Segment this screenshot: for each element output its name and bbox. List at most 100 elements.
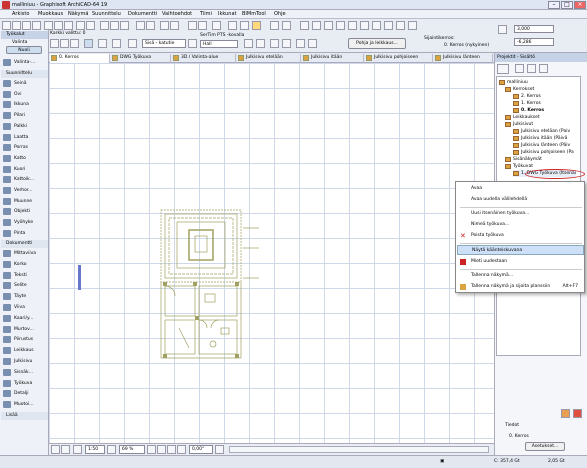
design-tool-2[interactable]: Ikkuna — [1, 100, 48, 109]
drawing-canvas[interactable] — [49, 63, 494, 443]
doc-tool-11[interactable]: Sisnäk... — [1, 368, 48, 377]
dim-b-field[interactable]: -6,286 — [514, 38, 554, 46]
stretch-icon[interactable] — [372, 21, 381, 30]
dim-a-field[interactable]: 3,000 — [514, 25, 554, 33]
tree-floors[interactable]: Kerrokset — [505, 86, 534, 93]
orientation-icon[interactable] — [215, 445, 224, 454]
minimize-button[interactable]: – — [548, 1, 560, 9]
mirror-icon[interactable] — [312, 21, 321, 30]
snap-icon[interactable] — [188, 21, 197, 30]
fit-window-icon[interactable] — [167, 445, 176, 454]
menu-item-delete[interactable]: ✕ Poista työkuva — [457, 231, 584, 241]
doc-tool-3[interactable]: Selite — [1, 281, 48, 290]
tree-root[interactable]: malliniuu — [499, 79, 528, 86]
resize-icon[interactable] — [384, 21, 393, 30]
cut-icon[interactable] — [44, 21, 53, 30]
maximize-button[interactable]: □ — [561, 1, 573, 9]
nav-back-icon[interactable] — [51, 445, 60, 454]
offset-icon[interactable] — [336, 21, 345, 30]
copy-icon[interactable] — [54, 21, 63, 30]
split-icon[interactable] — [360, 21, 369, 30]
layer-icon[interactable] — [228, 21, 237, 30]
menu-item-show-inverse[interactable]: Näytä käänteiskuvana — [457, 245, 584, 255]
menu-dokumentti[interactable]: Dokumentti — [128, 11, 157, 17]
menu-item-open[interactable]: Avaa — [457, 184, 584, 194]
doc-tool-8[interactable]: Piirustus — [1, 335, 48, 344]
eyedropper-icon[interactable] — [110, 21, 119, 30]
design-tool-8[interactable]: Kuori — [1, 165, 48, 174]
design-tool-1[interactable]: Ovi — [1, 90, 48, 99]
new-icon[interactable] — [2, 21, 11, 30]
zoom-field[interactable]: 69 % — [119, 445, 145, 454]
marquee-tool[interactable]: Valinta-... — [1, 58, 48, 67]
tree-elevations[interactable]: Julkisivut — [505, 121, 533, 128]
menu-item-save-view-place[interactable]: Tallenna näkymä ja sijoita planssiin Alt+… — [457, 282, 584, 292]
arrow-mode-icon[interactable] — [84, 39, 93, 48]
menu-bimmtool[interactable]: BIMmTool — [242, 11, 266, 17]
geometry-icon[interactable] — [50, 39, 59, 48]
doc-tool-12[interactable]: Työkuva — [1, 379, 48, 388]
close-button[interactable]: × — [574, 1, 586, 9]
rect-icon[interactable] — [60, 39, 69, 48]
explode-icon[interactable] — [408, 21, 417, 30]
align-icon[interactable] — [282, 21, 291, 30]
design-tool-12[interactable]: Objekti — [1, 207, 48, 216]
design-tool-3[interactable]: Pilari — [1, 111, 48, 120]
menu-tiimi[interactable]: Tiimi — [200, 11, 212, 17]
angle-field[interactable]: 0,00° — [189, 445, 213, 454]
tree-floor-1[interactable]: 1. Kerros — [513, 100, 541, 107]
menu-item-rebuild[interactable]: Mieti uudestaan — [457, 257, 584, 267]
sum-icon[interactable] — [270, 21, 279, 30]
menu-suunnittelu[interactable]: Suunnittelu — [92, 11, 121, 17]
tab-west[interactable]: Julkisivu länteen — [434, 54, 493, 63]
x-icon[interactable] — [128, 39, 137, 48]
pen-set-icon[interactable] — [252, 21, 261, 30]
magic-wand-icon[interactable] — [120, 21, 129, 30]
layout-book-icon[interactable] — [527, 64, 536, 73]
zoom-in-icon[interactable] — [147, 445, 156, 454]
menu-item-save-view[interactable]: Tallenna näkymä... — [457, 271, 584, 281]
tab-east[interactable]: Julkisivu itään — [302, 54, 364, 63]
tree-elevation-east[interactable]: Julkisivu itään (Päivä — [513, 135, 567, 142]
tab-floor-0[interactable]: 0. Kerros — [50, 54, 110, 63]
doc-tool-4[interactable]: Täyte — [1, 292, 48, 301]
surface-icon[interactable] — [256, 39, 265, 48]
project-map-icon[interactable] — [497, 64, 509, 74]
angle-icon[interactable] — [198, 21, 207, 30]
section-design[interactable]: Suunnittelu — [1, 70, 48, 78]
design-tool-7[interactable]: Katto — [1, 154, 48, 163]
menu-vaihtoehdot[interactable]: Vaihtoehdot — [162, 11, 192, 17]
doc-tool-14[interactable]: Muotoi... — [1, 400, 48, 409]
menu-nakyma[interactable]: Näkymä — [68, 11, 88, 17]
save-icon[interactable] — [22, 21, 31, 30]
menu-arkisto[interactable]: Arkisto — [12, 11, 29, 17]
rotated-rect-icon[interactable] — [70, 39, 79, 48]
guide-icon[interactable] — [170, 21, 179, 30]
tree-elevation-west[interactable]: Julkisivu länteen (Päiv — [513, 142, 570, 149]
design-tool-11[interactable]: Muunne — [1, 197, 48, 206]
paste-icon[interactable] — [64, 21, 73, 30]
doc-tool-7[interactable]: Murtov... — [1, 325, 48, 334]
view-button[interactable]: Pohja ja leikkaus... — [348, 38, 406, 49]
tab-dwg[interactable]: DWG Työkuva — [111, 54, 171, 63]
doc-tool-6[interactable]: Kaari/y... — [1, 314, 48, 323]
print-icon[interactable] — [32, 21, 41, 30]
doc-tool-2[interactable]: Teksti — [1, 271, 48, 280]
design-tool-5[interactable]: Laatta — [1, 133, 48, 142]
tab-north[interactable]: Julkisivu pohjoiseen — [365, 54, 433, 63]
design-tool-9[interactable]: Kattoik... — [1, 175, 48, 184]
doc-tool-9[interactable]: Leikkaus — [1, 346, 48, 355]
layer-combo-icon[interactable] — [107, 445, 116, 454]
open-icon[interactable] — [12, 21, 21, 30]
tree-floor-0[interactable]: 0. Kerros — [513, 107, 544, 114]
tree-floor-2[interactable]: 2. Kerros — [513, 93, 541, 100]
floor-icon[interactable] — [188, 39, 197, 48]
doc-tool-13[interactable]: Detalji — [1, 389, 48, 398]
marquee-mode-icon[interactable] — [98, 39, 107, 48]
section-more[interactable]: Lisää — [1, 412, 48, 420]
tab-3d[interactable]: 3D / Valinta-alue — [172, 54, 236, 63]
transparency-icon[interactable] — [308, 39, 317, 48]
tree-elevation-north[interactable]: Julkisivu pohjoiseen (Pa — [513, 149, 574, 156]
fillet-icon[interactable] — [396, 21, 405, 30]
arrow-tool-button[interactable]: Nuoli — [6, 46, 42, 54]
